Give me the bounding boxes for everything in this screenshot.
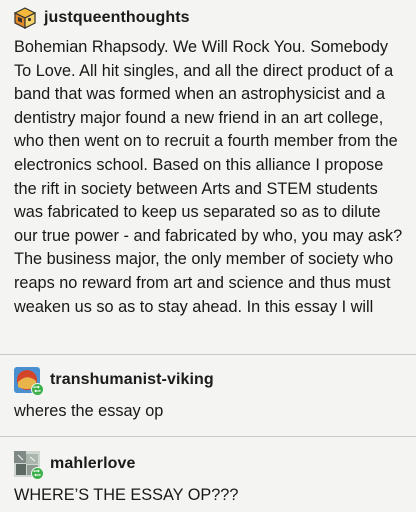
divider [0,354,416,355]
reblog-badge-icon [31,383,44,396]
divider [0,436,416,437]
post-username[interactable]: justqueenthoughts [44,9,190,27]
reblog-badge-icon [31,467,44,480]
post-body: Bohemian Rhapsody. We Will Rock You. Som… [14,38,403,316]
red-planet-avatar-icon[interactable] [14,367,44,396]
reply-username[interactable]: mahlerlove [50,455,135,473]
reply-text: wheres the essay op [14,402,164,420]
reply-text: WHERE’S THE ESSAY OP??? [14,486,239,504]
post-header: justqueenthoughts [13,4,190,32]
game-cube-icon[interactable] [13,7,37,29]
reply-username[interactable]: transhumanist-viking [50,371,214,389]
collage-avatar-icon[interactable] [14,451,44,480]
reply-header: mahlerlove [14,450,135,480]
reply-header: transhumanist-viking [14,366,214,396]
